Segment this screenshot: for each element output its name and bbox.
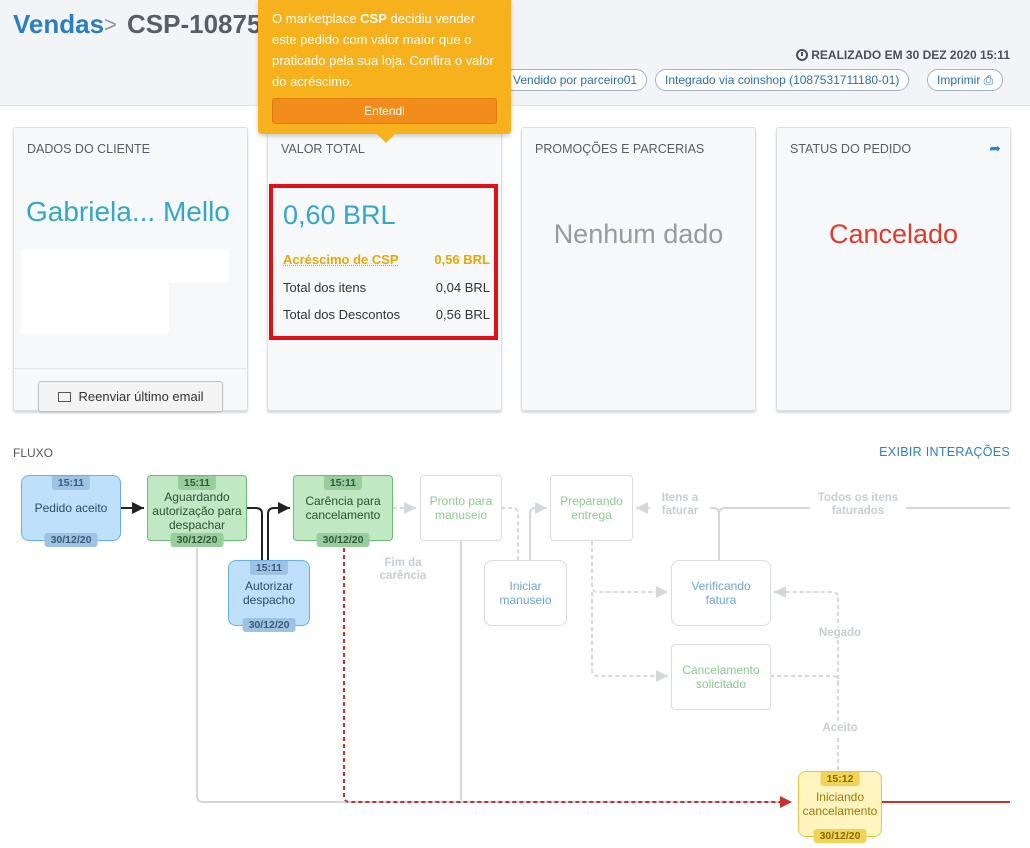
node-time: 15:11 bbox=[177, 476, 217, 490]
node-date: 30/12/20 bbox=[170, 533, 224, 547]
node-label: Iniciando cancelamento bbox=[802, 790, 878, 818]
node-cancelamento-solicitado[interactable]: Cancelamento solicitado bbox=[671, 644, 771, 710]
label-todos-faturados: Todos os itens faturados bbox=[810, 492, 906, 518]
label-aceito: Aceito bbox=[815, 722, 865, 735]
node-label: Iniciar manuseio bbox=[499, 579, 552, 607]
node-time: 15:12 bbox=[820, 772, 860, 786]
node-time: 15:11 bbox=[51, 476, 91, 490]
node-label: Cancelamento solicitado bbox=[682, 663, 760, 691]
node-date: 30/12/20 bbox=[316, 533, 370, 547]
node-label: Pedido aceito bbox=[34, 501, 108, 515]
node-aguardando[interactable]: 15:11 Aguardando autorização para despac… bbox=[147, 475, 247, 547]
node-pedido-aceito[interactable]: 15:11 Pedido aceito 30/12/20 bbox=[21, 475, 121, 547]
node-label: Preparando entrega bbox=[560, 494, 623, 522]
node-label: Aguardando autorização para despachar bbox=[152, 490, 242, 532]
label-itens-faturar: Itens a faturar bbox=[650, 492, 710, 518]
node-iniciando-cancelamento[interactable]: 15:12 Iniciando cancelamento 30/12/20 bbox=[798, 771, 882, 843]
node-pronto[interactable]: Pronto para manuseio bbox=[420, 475, 502, 541]
node-time: 15:11 bbox=[249, 561, 289, 575]
label-fim-carencia: Fim da carência bbox=[379, 557, 427, 582]
node-preparando[interactable]: Preparando entrega bbox=[550, 475, 633, 541]
node-time: 15:11 bbox=[323, 476, 363, 490]
node-label: Autorizar despacho bbox=[242, 579, 296, 607]
node-label: Carência para cancelamento bbox=[305, 494, 381, 522]
flow-connectors bbox=[120, 502, 1010, 808]
node-date: 30/12/20 bbox=[813, 829, 867, 843]
node-date: 30/12/20 bbox=[44, 533, 98, 547]
node-carencia[interactable]: 15:11 Carência para cancelamento 30/12/2… bbox=[293, 475, 393, 547]
node-verificando[interactable]: Verificando fatura bbox=[671, 560, 771, 626]
node-label: Pronto para manuseio bbox=[429, 494, 493, 522]
node-iniciar-manuseio[interactable]: Iniciar manuseio bbox=[484, 560, 567, 626]
node-autorizar[interactable]: 15:11 Autorizar despacho 30/12/20 bbox=[228, 560, 310, 632]
node-label: Verificando fatura bbox=[691, 579, 751, 607]
node-date: 30/12/20 bbox=[242, 618, 296, 632]
label-negado: Negado bbox=[812, 627, 868, 640]
